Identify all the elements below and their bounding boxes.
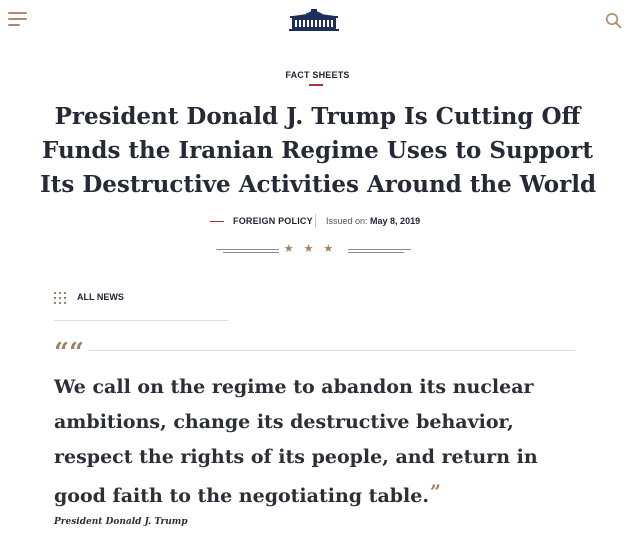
issued-on: Issued on: May 8, 2019: [326, 216, 420, 226]
title-line: Its Destructive Activities Around the Wo…: [40, 171, 597, 198]
quote-attribution: President Donald J. Trump: [54, 517, 188, 527]
all-news-label: ALL NEWS: [77, 292, 124, 302]
quote-divider: [89, 350, 575, 351]
menu-bar: [8, 24, 20, 26]
category-link[interactable]: FACT SHEETS: [0, 70, 635, 80]
search-icon[interactable]: [605, 12, 622, 29]
menu-bar: [8, 18, 27, 20]
grid-dots-icon: [54, 292, 66, 304]
quote-line: We call on the regime to abandon its nuc…: [54, 376, 534, 398]
quote-line-last: good faith to the negotiating table.”: [54, 475, 594, 514]
page-title: President Donald J. Trump Is Cutting Off…: [40, 100, 597, 202]
ornament-divider: ★★★: [216, 242, 411, 258]
site-header: [0, 0, 635, 44]
issued-date: May 8, 2019: [370, 216, 421, 226]
title-line: Funds the Iranian Regime Uses to Support: [42, 137, 593, 164]
issue-link[interactable]: FOREIGN POLICY: [233, 216, 313, 226]
issue-dash: [210, 221, 224, 222]
menu-bar: [8, 12, 27, 14]
star-icons: ★★★: [283, 242, 344, 255]
hamburger-menu-icon[interactable]: [8, 12, 27, 26]
article-meta: FOREIGN POLICY Issued on: May 8, 2019: [0, 214, 635, 230]
quote-line: good faith to the negotiating table.: [54, 485, 429, 507]
pull-quote: We call on the regime to abandon its nuc…: [54, 370, 594, 514]
title-line: President Donald J. Trump Is Cutting Off: [54, 103, 581, 130]
quote-line: respect the rights of its people, and re…: [54, 446, 538, 468]
open-quote-icon: ““: [54, 338, 84, 368]
issued-label: Issued on:: [326, 216, 368, 226]
close-quote-icon: ”: [429, 481, 441, 503]
quote-line: ambitions, change its destructive behavi…: [54, 411, 514, 433]
white-house-logo[interactable]: [289, 8, 339, 32]
all-news-divider: [54, 320, 228, 321]
meta-divider: [315, 214, 316, 228]
category-underline: [309, 84, 323, 86]
